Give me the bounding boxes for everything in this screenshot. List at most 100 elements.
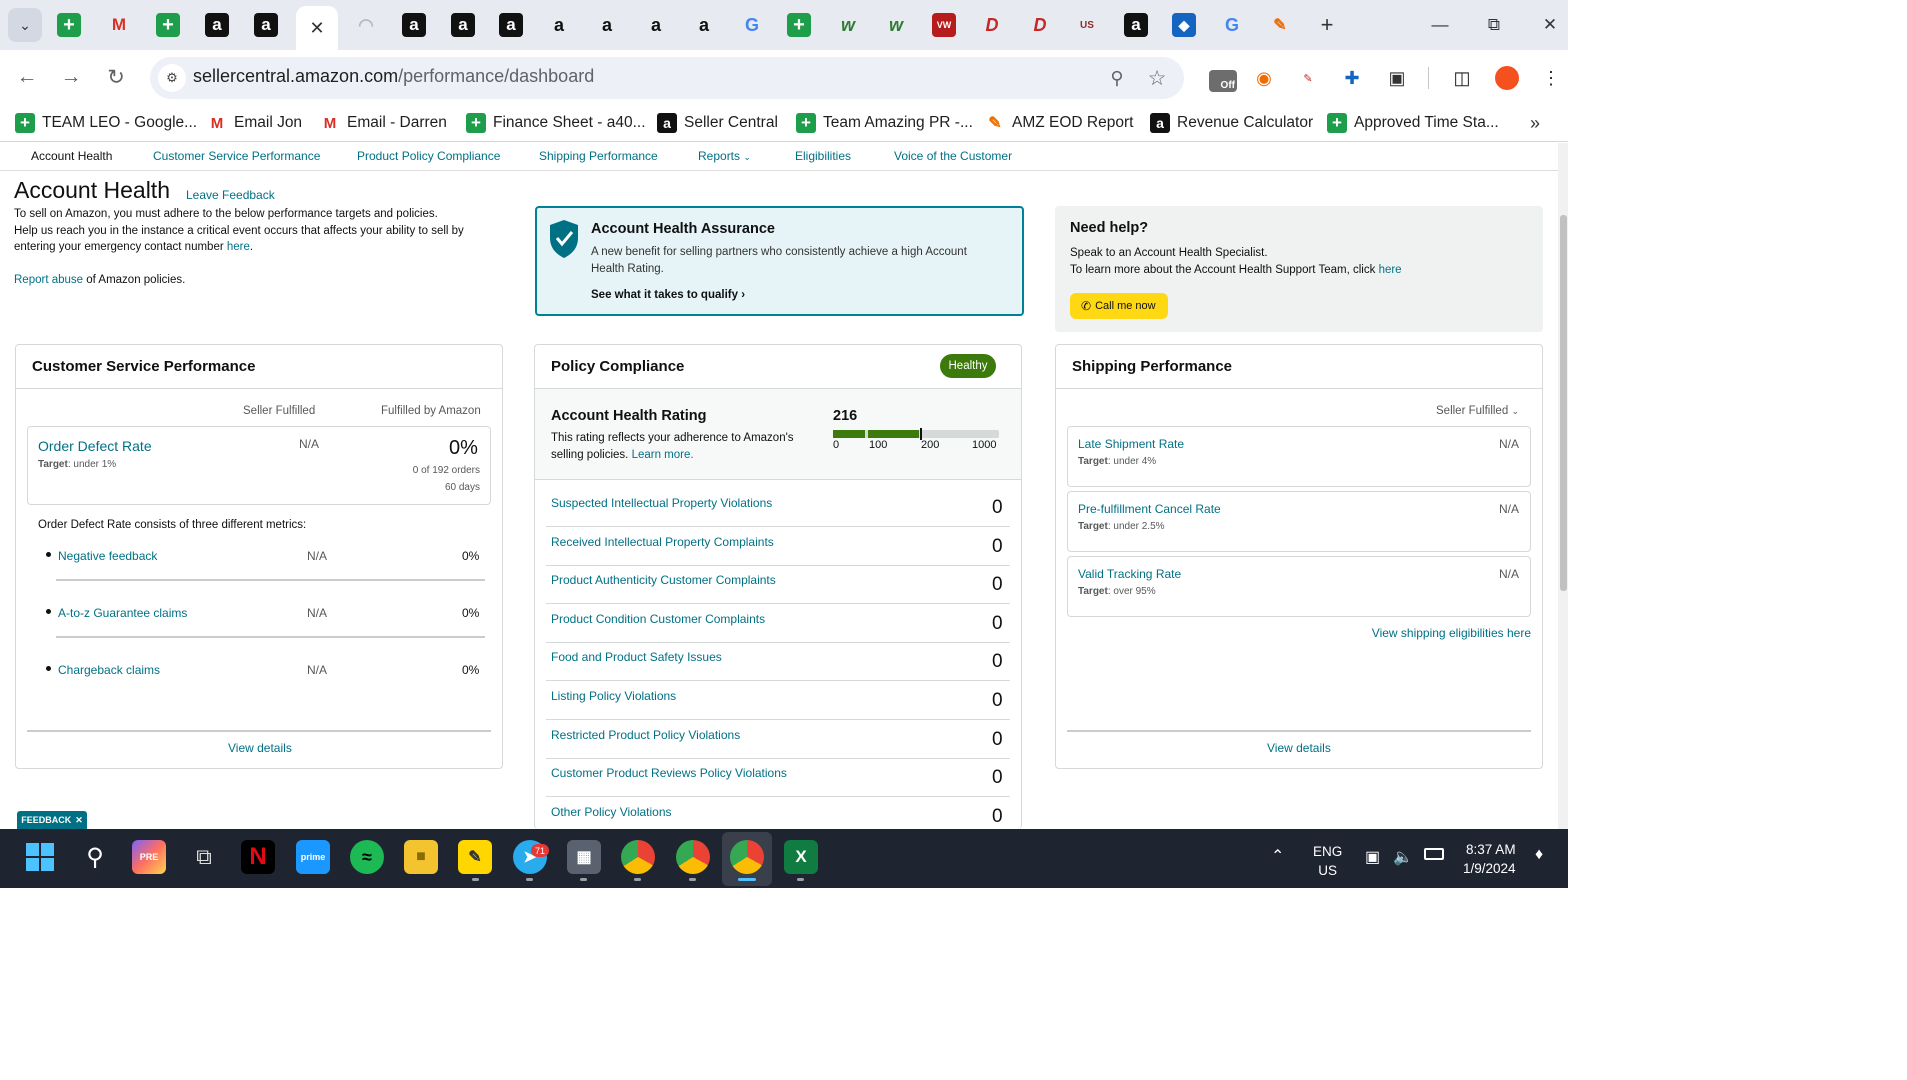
late-shipment-link[interactable]: Late Shipment Rate (1078, 437, 1184, 451)
call-me-now-button[interactable]: ✆ Call me now (1070, 293, 1168, 319)
forward-button[interactable]: → (56, 62, 86, 92)
extension-orange-icon[interactable]: ◉ (1250, 64, 1278, 92)
url-text[interactable]: sellercentral.amazon.com/performance/das… (193, 66, 594, 87)
tab-report-icon[interactable]: ✎ (1268, 13, 1292, 37)
support-team-link[interactable]: here (1379, 264, 1402, 276)
shipping-eligibilities-link[interactable]: View shipping eligibilities here (1372, 626, 1531, 640)
windows-start-icon[interactable] (23, 840, 57, 874)
subnav-voice-of-customer[interactable]: Voice of the Customer (894, 149, 1012, 163)
tab-google-icon[interactable]: G (740, 13, 764, 37)
language-indicator[interactable]: ENG US (1313, 842, 1342, 880)
qualify-link[interactable]: See what it takes to qualify › (591, 289, 745, 301)
profile-avatar[interactable] (1495, 66, 1519, 90)
subnav-product-policy[interactable]: Product Policy Compliance (357, 149, 500, 163)
tab-wholesale-icon[interactable]: w (836, 13, 860, 37)
policy-item-other[interactable]: Other Policy Violations (551, 805, 672, 819)
chrome-active-icon[interactable] (730, 840, 764, 874)
active-tab[interactable]: ✕ (296, 6, 338, 50)
tab-amazon-icon[interactable]: a (254, 13, 278, 37)
tab-amazon-icon[interactable]: a (595, 13, 619, 37)
bookmarks-overflow-icon[interactable]: » (1530, 113, 1540, 134)
bookmark-finance-sheet[interactable]: + Finance Sheet - a40... (466, 110, 646, 136)
tab-search-button[interactable]: ⌄ (8, 8, 42, 42)
extension-off-icon[interactable]: Off (1209, 70, 1237, 92)
tab-usfoods-icon[interactable]: US (1075, 13, 1099, 37)
battery-icon[interactable] (1424, 848, 1444, 860)
tab-diamond-icon[interactable]: ◆ (1172, 13, 1196, 37)
feedback-tab[interactable]: FEEDBACK ✕ (17, 811, 87, 829)
shipping-view-details[interactable]: View details (1267, 741, 1331, 755)
subnav-customer-service[interactable]: Customer Service Performance (153, 149, 320, 163)
tab-google-icon[interactable]: G (1220, 13, 1244, 37)
tab-d-icon[interactable]: D (980, 13, 1004, 37)
network-icon[interactable]: ▣ (1365, 847, 1380, 867)
window-close-button[interactable]: ✕ (1535, 12, 1565, 38)
policy-item-authenticity[interactable]: Product Authenticity Customer Complaints (551, 573, 776, 587)
policy-item-food-safety[interactable]: Food and Product Safety Issues (551, 650, 722, 664)
bookmark-seller-central[interactable]: a Seller Central (657, 110, 778, 136)
subnav-reports[interactable]: Reports ⌄ (698, 149, 751, 163)
file-explorer-icon[interactable]: ■ (404, 840, 438, 874)
tab-amazon-icon[interactable]: a (547, 13, 571, 37)
sticky-notes-icon[interactable]: ✎ (458, 840, 492, 874)
bookmark-team-leo[interactable]: + TEAM LEO - Google... (15, 110, 197, 136)
excel-icon[interactable]: X (784, 840, 818, 874)
policy-item-restricted[interactable]: Restricted Product Policy Violations (551, 728, 740, 742)
tab-amazon-icon[interactable]: a (499, 13, 523, 37)
volume-icon[interactable]: 🔈 (1393, 847, 1413, 867)
tab-amazon-icon[interactable]: a (692, 13, 716, 37)
odr-link[interactable]: Order Defect Rate (38, 438, 152, 454)
seller-fulfilled-dropdown[interactable]: Seller Fulfilled ⌄ (1436, 405, 1519, 417)
clock[interactable]: 8:37 AM 1/9/2024 (1463, 840, 1516, 878)
tab-amazon-icon[interactable]: a (205, 13, 229, 37)
tray-chevron-up-icon[interactable]: ⌃ (1271, 846, 1284, 866)
policy-item-listing[interactable]: Listing Policy Violations (551, 689, 676, 703)
subnav-account-health[interactable]: Account Health (31, 149, 112, 163)
search-icon[interactable]: ⚲ (78, 840, 112, 874)
policy-item-ip-violations[interactable]: Suspected Intellectual Property Violatio… (551, 496, 772, 510)
close-icon[interactable]: ✕ (75, 815, 83, 826)
tab-d-icon[interactable]: D (1028, 13, 1052, 37)
bookmark-amz-eod[interactable]: ✎ AMZ EOD Report (985, 110, 1133, 136)
bookmark-email-jon[interactable]: M Email Jon (207, 110, 302, 136)
site-info-icon[interactable]: ⚙ (158, 64, 186, 92)
prime-video-icon[interactable]: prime (296, 840, 330, 874)
a-to-z-link[interactable]: A-to-z Guarantee claims (58, 606, 187, 620)
chrome-profile-icon[interactable] (676, 840, 710, 874)
extensions-puzzle-icon[interactable]: ▣ (1383, 64, 1411, 92)
back-button[interactable]: ← (12, 62, 42, 92)
restore-button[interactable]: ⧉ (1479, 12, 1509, 38)
tab-loading-icon[interactable]: ◠ (354, 13, 378, 37)
subnav-shipping[interactable]: Shipping Performance (539, 149, 658, 163)
copilot-icon[interactable]: PRE (132, 840, 166, 874)
leave-feedback-link[interactable]: Leave Feedback (186, 188, 275, 202)
tab-wholesale-icon[interactable]: w (884, 13, 908, 37)
tab-gmail-icon[interactable]: M (107, 13, 131, 37)
policy-item-ip-complaints[interactable]: Received Intellectual Property Complaint… (551, 535, 774, 549)
subnav-eligibilities[interactable]: Eligibilities (795, 149, 851, 163)
cancel-rate-link[interactable]: Pre-fulfillment Cancel Rate (1078, 502, 1221, 516)
negative-feedback-link[interactable]: Negative feedback (58, 549, 157, 563)
emergency-contact-link[interactable]: here (227, 241, 250, 253)
extension-login-icon[interactable]: ✎ (1294, 64, 1322, 92)
tab-sheets-icon[interactable]: + (156, 13, 180, 37)
policy-item-reviews[interactable]: Customer Product Reviews Policy Violatio… (551, 766, 787, 780)
policy-item-condition[interactable]: Product Condition Customer Complaints (551, 612, 765, 626)
notification-bell-icon[interactable]: ♦ (1535, 846, 1543, 864)
csp-view-details[interactable]: View details (228, 741, 292, 755)
netflix-icon[interactable]: N (241, 840, 275, 874)
tab-sheets-icon[interactable]: + (787, 13, 811, 37)
task-view-icon[interactable]: ⧉ (187, 840, 221, 874)
tab-sheets-icon[interactable]: + (57, 13, 81, 37)
extension-blue-icon[interactable]: ✚ (1338, 64, 1366, 92)
tab-amazon-icon[interactable]: a (402, 13, 426, 37)
tab-vw-icon[interactable]: VW (932, 13, 956, 37)
new-tab-button[interactable]: + (1312, 12, 1342, 38)
tab-amazon-icon[interactable]: a (451, 13, 475, 37)
minimize-button[interactable]: — (1425, 12, 1455, 38)
report-abuse-link[interactable]: Report abuse (14, 274, 83, 286)
side-panel-icon[interactable]: ◫ (1448, 64, 1476, 92)
chargeback-link[interactable]: Chargeback claims (58, 663, 160, 677)
scrollbar-thumb[interactable] (1560, 215, 1567, 591)
valid-tracking-link[interactable]: Valid Tracking Rate (1078, 567, 1181, 581)
